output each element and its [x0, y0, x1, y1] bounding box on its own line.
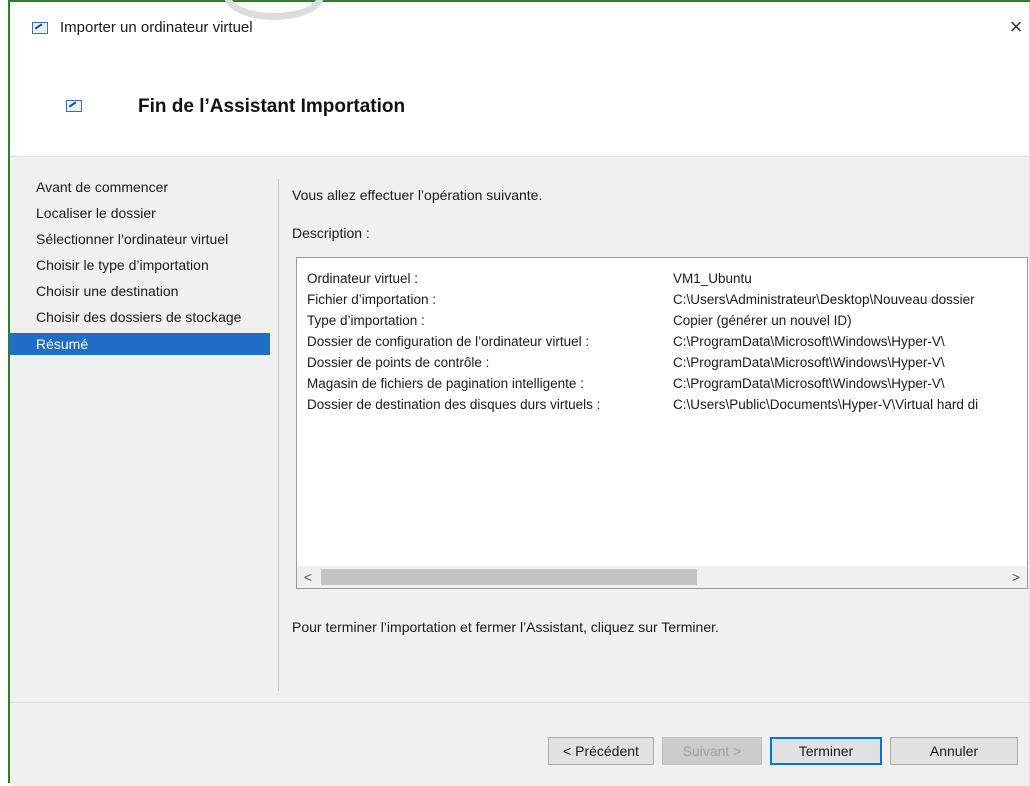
- summary-key: Dossier de configuration de l’ordinateur…: [307, 334, 590, 349]
- import-wizard-window: Importer un ordinateur virtuel × Fin de …: [8, 0, 1030, 786]
- summary-key: Fichier d’importation :: [307, 292, 437, 307]
- summary-key: Type d’importation :: [307, 313, 425, 328]
- summary-listbox[interactable]: Ordinateur virtuel : VM1_Ubuntu Fichier …: [296, 257, 1028, 589]
- table-row: Type d’importation : Copier (générer un …: [307, 310, 986, 331]
- table-row: Magasin de fichiers de pagination intell…: [307, 373, 986, 394]
- summary-value: C:\Users\Public\Documents\Hyper-V\Virtua…: [673, 397, 979, 412]
- table-row: Dossier de points de contrôle : C:\Progr…: [307, 352, 986, 373]
- table-row: Fichier d’importation : C:\Users\Adminis…: [307, 289, 986, 310]
- previous-button[interactable]: < Précédent: [548, 737, 654, 765]
- summary-key: Dossier de destination des disques durs …: [307, 397, 601, 412]
- table-row: Dossier de destination des disques durs …: [307, 394, 986, 415]
- title-bar: Importer un ordinateur virtuel ×: [10, 2, 1030, 60]
- summary-table: Ordinateur virtuel : VM1_Ubuntu Fichier …: [307, 268, 986, 415]
- summary-value: VM1_Ubuntu: [673, 271, 752, 286]
- scroll-right-icon[interactable]: >: [1005, 566, 1027, 588]
- description-label: Description :: [292, 225, 370, 241]
- sidebar-item-dossiers-stockage[interactable]: Choisir des dossiers de stockage: [10, 307, 270, 327]
- summary-value: C:\ProgramData\Microsoft\Windows\Hyper-V…: [673, 376, 945, 391]
- intro-text: Vous allez effectuer l’opération suivant…: [292, 187, 543, 203]
- sidebar-item-destination[interactable]: Choisir une destination: [10, 281, 270, 301]
- scrollbar-thumb[interactable]: [321, 569, 697, 585]
- wizard-header-icon: [66, 100, 82, 112]
- finish-button[interactable]: Terminer: [770, 737, 882, 765]
- wizard-body: Avant de commencer Localiser le dossier …: [10, 157, 1030, 702]
- summary-value: Copier (générer un nouvel ID): [673, 313, 852, 328]
- sidebar-item-selectionner-ordinateur[interactable]: Sélectionner l’ordinateur virtuel: [10, 229, 270, 249]
- sidebar-divider: [278, 179, 279, 691]
- cancel-button[interactable]: Annuler: [890, 737, 1018, 765]
- summary-key: Dossier de points de contrôle :: [307, 355, 490, 370]
- summary-value: C:\ProgramData\Microsoft\Windows\Hyper-V…: [673, 334, 945, 349]
- sidebar-item-resume[interactable]: Résumé: [10, 333, 270, 355]
- scroll-left-icon[interactable]: <: [297, 566, 319, 588]
- summary-panel: Vous allez effectuer l’opération suivant…: [292, 187, 1030, 635]
- wizard-footer: < Précédent Suivant > Terminer Annuler: [10, 702, 1030, 786]
- summary-key: Magasin de fichiers de pagination intell…: [307, 376, 584, 391]
- close-icon[interactable]: ×: [1002, 12, 1030, 42]
- horizontal-scrollbar[interactable]: < >: [297, 566, 1027, 588]
- table-row: Dossier de configuration de l’ordinateur…: [307, 331, 986, 352]
- wizard-header: Fin de l’Assistant Importation: [10, 60, 1030, 157]
- summary-key: Ordinateur virtuel :: [307, 271, 419, 286]
- window-title: Importer un ordinateur virtuel: [60, 19, 253, 36]
- page-title: Fin de l’Assistant Importation: [138, 96, 406, 117]
- next-button[interactable]: Suivant >: [662, 737, 762, 765]
- wizard-steps-sidebar: Avant de commencer Localiser le dossier …: [10, 177, 270, 361]
- sidebar-item-localiser-le-dossier[interactable]: Localiser le dossier: [10, 203, 270, 223]
- summary-value: C:\Users\Administrateur\Desktop\Nouveau …: [673, 292, 975, 307]
- sidebar-item-avant-de-commencer[interactable]: Avant de commencer: [10, 177, 270, 197]
- finish-instructions: Pour terminer l’importation et fermer l’…: [292, 619, 719, 635]
- table-row: Ordinateur virtuel : VM1_Ubuntu: [307, 268, 986, 289]
- summary-value: C:\ProgramData\Microsoft\Windows\Hyper-V…: [673, 355, 945, 370]
- sidebar-item-type-importation[interactable]: Choisir le type d’importation: [10, 255, 270, 275]
- virtual-machine-import-icon: [32, 22, 48, 34]
